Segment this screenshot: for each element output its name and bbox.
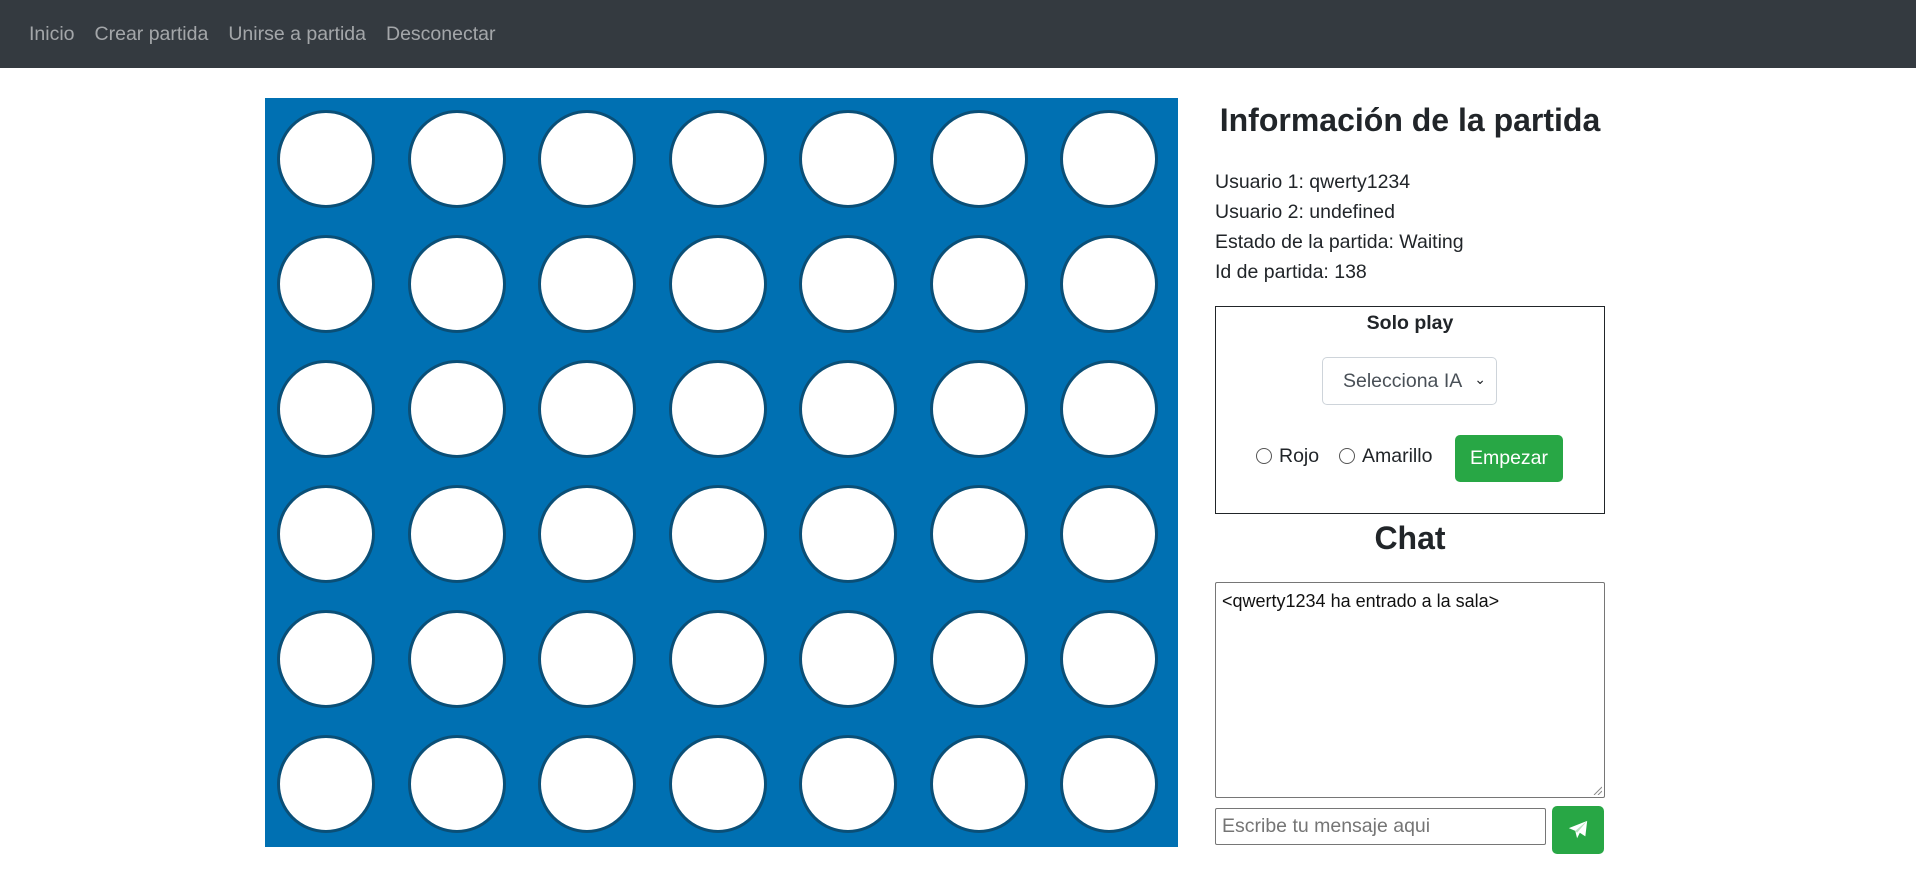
game-board: [265, 98, 1178, 847]
board-cell[interactable]: [538, 485, 636, 583]
solo-play-panel: [1215, 306, 1605, 514]
board-cell[interactable]: [1060, 610, 1158, 708]
board-cell[interactable]: [277, 360, 375, 458]
message-input[interactable]: Escribe tu mensaje aqui: [1215, 808, 1546, 845]
board-cell[interactable]: [929, 735, 1028, 833]
game-id-label: Id de partida: 138: [1215, 261, 1367, 283]
board-cell[interactable]: [407, 485, 506, 583]
navbar: Inicio Crear partida Unirse a partida De…: [0, 0, 1916, 68]
game-status-label: Estado de la partida: Waiting: [1215, 231, 1464, 253]
board-cell[interactable]: [407, 235, 506, 333]
board-cell[interactable]: [929, 360, 1028, 458]
board-cell[interactable]: [277, 235, 375, 333]
board-cell[interactable]: [277, 110, 375, 208]
board-cell[interactable]: [929, 485, 1028, 583]
chat-log-text: <qwerty1234 ha entrado a la sala>: [1222, 591, 1500, 611]
board-cell[interactable]: [929, 110, 1028, 208]
board-cell[interactable]: [407, 360, 506, 458]
board-cell[interactable]: [668, 735, 767, 833]
board-cell[interactable]: [668, 360, 767, 458]
board-cell[interactable]: [277, 610, 375, 708]
board-cell[interactable]: [407, 110, 506, 208]
board-cell[interactable]: [1060, 360, 1158, 458]
start-button[interactable]: Empezar: [1455, 435, 1563, 482]
board-cell[interactable]: [1060, 485, 1158, 583]
nav-crear-partida[interactable]: Crear partida: [95, 23, 209, 46]
board-cell[interactable]: [407, 735, 506, 833]
solo-play-title: Solo play: [1366, 312, 1454, 334]
message-input-placeholder: Escribe tu mensaje aqui: [1222, 815, 1431, 837]
board-cell[interactable]: [799, 360, 897, 458]
paper-plane-icon: [1568, 820, 1588, 839]
nav-inicio[interactable]: Inicio: [29, 23, 75, 46]
board-cell[interactable]: [538, 235, 636, 333]
board-cell[interactable]: [799, 235, 897, 333]
send-button[interactable]: [1552, 806, 1604, 854]
resize-handle-icon[interactable]: [1592, 785, 1602, 795]
radio-rojo[interactable]: [1256, 448, 1272, 464]
board-cell[interactable]: [668, 610, 767, 708]
user1-label: Usuario 1: qwerty1234: [1215, 171, 1411, 193]
board-cell[interactable]: [929, 235, 1028, 333]
board-cell[interactable]: [799, 735, 897, 833]
board-cell[interactable]: [799, 485, 897, 583]
nav-unirse-partida[interactable]: Unirse a partida: [228, 23, 366, 46]
info-title: Información de la partida: [1219, 102, 1601, 138]
board-cell[interactable]: [1060, 235, 1158, 333]
board-cell[interactable]: [407, 610, 506, 708]
board-cell[interactable]: [929, 610, 1028, 708]
board-cell[interactable]: [1060, 735, 1158, 833]
ai-select[interactable]: Selecciona IA ⌄: [1322, 357, 1497, 405]
radio-amarillo-label: Amarillo: [1362, 445, 1433, 467]
board-cell[interactable]: [668, 485, 767, 583]
board-cell[interactable]: [277, 735, 375, 833]
board-cell[interactable]: [538, 360, 636, 458]
board-cell[interactable]: [668, 110, 767, 208]
user2-label: Usuario 2: undefined: [1215, 201, 1395, 223]
chevron-down-icon: ⌄: [1474, 371, 1486, 387]
chat-log[interactable]: <qwerty1234 ha entrado a la sala>: [1215, 582, 1605, 798]
radio-amarillo[interactable]: [1339, 448, 1355, 464]
radio-rojo-label: Rojo: [1279, 445, 1320, 467]
board-cell[interactable]: [668, 235, 767, 333]
board-cell[interactable]: [799, 110, 897, 208]
board-cell[interactable]: [538, 110, 636, 208]
board-cell[interactable]: [538, 735, 636, 833]
ai-select-value: Selecciona IA: [1343, 369, 1463, 392]
nav-desconectar[interactable]: Desconectar: [386, 23, 495, 46]
board-cell[interactable]: [277, 485, 375, 583]
board-cell[interactable]: [799, 610, 897, 708]
board-cell[interactable]: [538, 610, 636, 708]
chat-title: Chat: [1374, 520, 1446, 556]
board-cell[interactable]: [1060, 110, 1158, 208]
